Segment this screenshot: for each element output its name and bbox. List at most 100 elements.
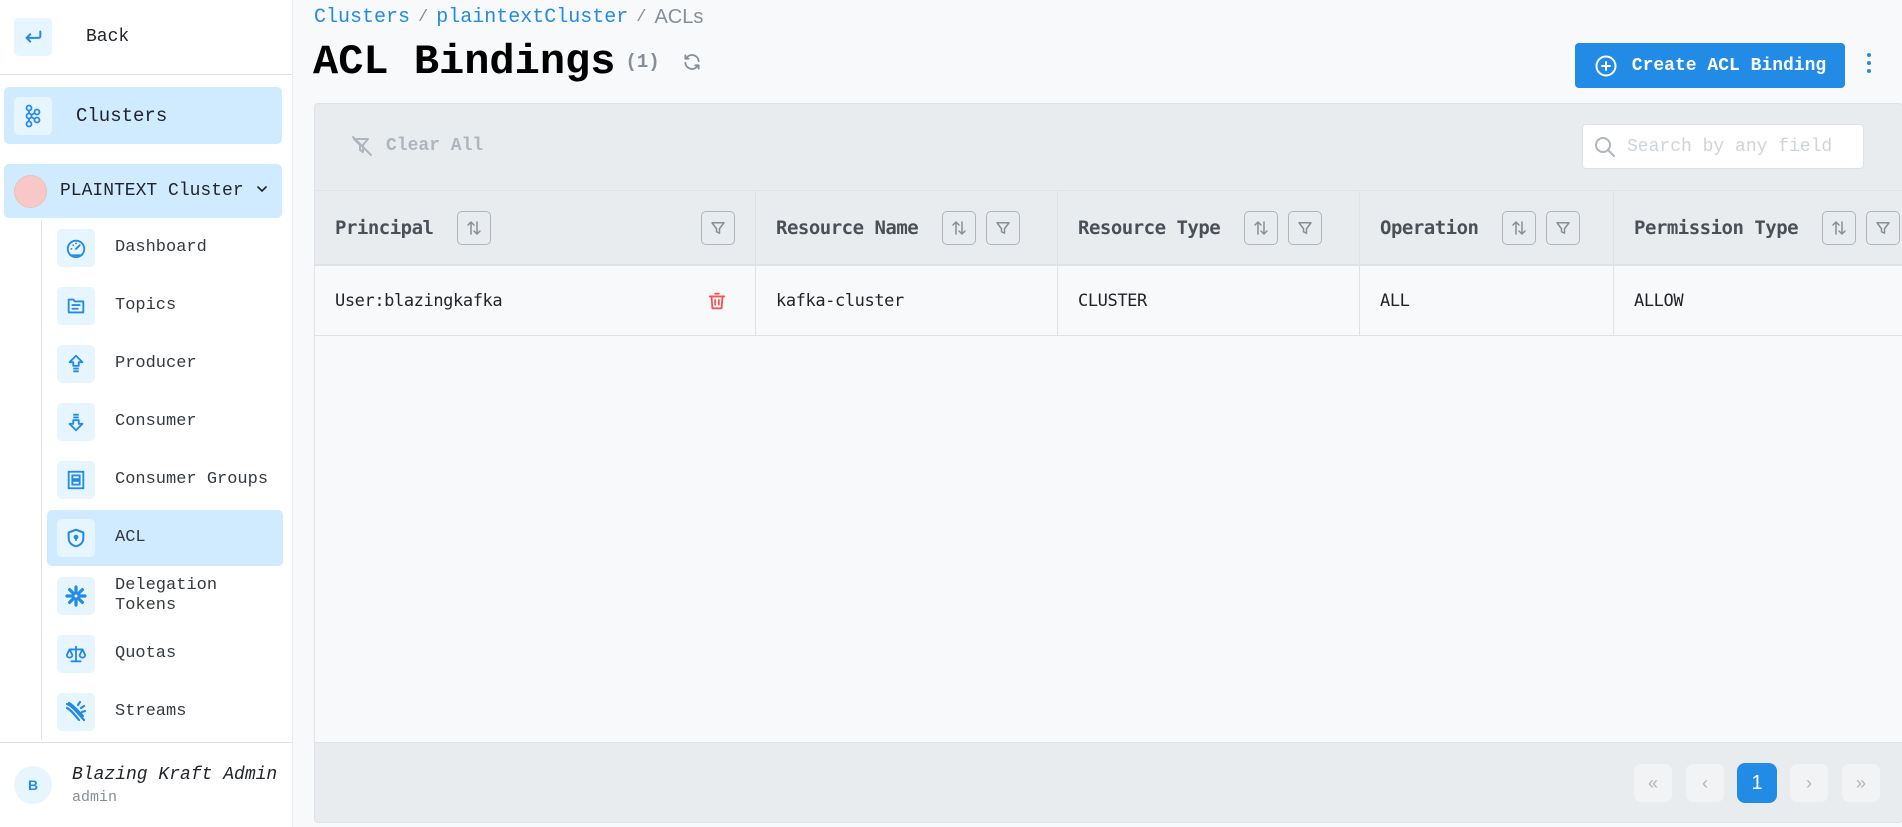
sidebar-item-topics[interactable]: Topics xyxy=(47,278,283,334)
prev-page-button[interactable]: ‹ xyxy=(1685,763,1725,803)
sidebar-item-label: Producer xyxy=(115,354,197,373)
streams-icon xyxy=(57,693,95,731)
cluster-subnav: Dashboard Topics Producer Consumer Consu… xyxy=(41,220,283,740)
filter-icon[interactable] xyxy=(1866,210,1901,245)
box-icon xyxy=(57,461,95,499)
create-acl-binding-button[interactable]: Create ACL Binding xyxy=(1575,43,1845,88)
principal-value: User:blazingkafka xyxy=(335,290,503,311)
cluster-selector[interactable]: PLAINTEXT Cluster xyxy=(4,164,282,218)
sort-icon[interactable] xyxy=(457,210,492,245)
table-header: Principal Resource Name Resource Type Op… xyxy=(315,191,1902,266)
filter-icon[interactable] xyxy=(986,210,1021,245)
cell-resource-name: kafka-cluster xyxy=(756,266,1058,335)
search-box xyxy=(1582,124,1864,169)
search-input[interactable] xyxy=(1627,136,1847,157)
shield-icon xyxy=(57,519,95,557)
sidebar-item-consumer-groups[interactable]: Consumer Groups xyxy=(47,452,283,508)
table-footer: « ‹ 1 › » xyxy=(315,742,1902,822)
more-options-icon[interactable] xyxy=(1867,53,1871,73)
filter-icon[interactable] xyxy=(701,210,735,245)
title-row: ACL Bindings (1) xyxy=(313,38,702,86)
arrow-up-icon xyxy=(57,345,95,383)
sidebar-item-clusters[interactable]: Clusters xyxy=(4,87,282,144)
chevron-down-icon xyxy=(254,181,270,202)
sidebar-item-producer[interactable]: Producer xyxy=(47,336,283,392)
column-label: Principal xyxy=(335,216,434,239)
sidebar-item-label: Consumer xyxy=(115,412,197,431)
scale-icon xyxy=(57,635,95,673)
column-label: Resource Type xyxy=(1078,216,1221,239)
cell-operation: ALL xyxy=(1360,266,1614,335)
folder-icon xyxy=(57,287,95,325)
plus-circle-icon xyxy=(1594,54,1618,78)
cluster-color-dot xyxy=(14,174,47,208)
sidebar-item-quotas[interactable]: Quotas xyxy=(47,626,283,682)
avatar: B xyxy=(14,766,52,804)
sidebar-item-label: ACL xyxy=(115,528,146,547)
back-button[interactable]: Back xyxy=(0,0,292,75)
sort-icon[interactable] xyxy=(1502,210,1537,245)
refresh-icon[interactable] xyxy=(682,52,702,72)
column-label: Permission Type xyxy=(1634,216,1799,239)
sidebar-item-streams[interactable]: Streams xyxy=(47,684,283,740)
breadcrumb-separator: / xyxy=(636,8,647,27)
breadcrumb: Clusters / plaintextCluster / ACLs xyxy=(314,6,703,29)
column-header-principal: Principal xyxy=(315,191,756,264)
filter-icon[interactable] xyxy=(1546,210,1581,245)
sidebar-item-acl[interactable]: ACL xyxy=(47,510,283,566)
column-header-resource-name: Resource Name xyxy=(756,191,1058,264)
cell-principal: User:blazingkafka xyxy=(315,266,756,335)
sidebar-item-consumer[interactable]: Consumer xyxy=(47,394,283,450)
first-page-button[interactable]: « xyxy=(1633,763,1673,803)
sidebar: Back Clusters PLAINTEXT Cluster Dashboar… xyxy=(0,0,293,827)
column-header-permission-type: Permission Type xyxy=(1614,191,1902,264)
column-label: Operation xyxy=(1380,216,1479,239)
back-label: Back xyxy=(86,27,130,47)
user-role: admin xyxy=(72,788,118,806)
page-button-current[interactable]: 1 xyxy=(1737,763,1777,803)
trash-icon[interactable] xyxy=(706,290,728,312)
acl-table: Principal Resource Name Resource Type Op… xyxy=(315,190,1902,742)
clear-all-button[interactable]: Clear All xyxy=(350,134,483,158)
sidebar-item-label: Consumer Groups xyxy=(115,470,269,489)
cell-permission-type: ALLOW xyxy=(1614,266,1902,335)
clear-all-label: Clear All xyxy=(386,136,484,156)
sidebar-item-label: Topics xyxy=(115,296,177,315)
search-icon xyxy=(1593,135,1617,159)
breadcrumb-current: ACLs xyxy=(654,6,704,28)
pagination: « ‹ 1 › » xyxy=(1633,763,1881,803)
next-page-button[interactable]: › xyxy=(1789,763,1829,803)
column-label: Resource Name xyxy=(776,216,919,239)
breadcrumb-cluster[interactable]: plaintextCluster xyxy=(436,6,628,29)
sidebar-item-label: Delegation Tokens xyxy=(115,576,218,615)
sidebar-item-dashboard[interactable]: Dashboard xyxy=(47,220,283,276)
breadcrumb-clusters[interactable]: Clusters xyxy=(314,6,410,29)
gauge-icon xyxy=(57,229,95,267)
sort-icon[interactable] xyxy=(1244,210,1279,245)
arrow-back-icon xyxy=(14,18,52,56)
sidebar-item-label: Dashboard xyxy=(115,238,207,257)
user-name: Blazing Kraft Admin xyxy=(72,764,278,785)
sidebar-item-delegation-tokens[interactable]: Delegation Tokens xyxy=(47,568,283,624)
page-title: ACL Bindings xyxy=(313,38,616,86)
breadcrumb-separator: / xyxy=(418,8,429,27)
column-header-resource-type: Resource Type xyxy=(1058,191,1360,264)
user-profile[interactable]: B Blazing Kraft Admin admin xyxy=(0,742,293,827)
clusters-label: Clusters xyxy=(76,104,168,127)
arrow-down-icon xyxy=(57,403,95,441)
last-page-button[interactable]: » xyxy=(1841,763,1881,803)
app: Back Clusters PLAINTEXT Cluster Dashboar… xyxy=(0,0,1902,827)
sidebar-item-label: Streams xyxy=(115,702,187,721)
main-content: Clusters / plaintextCluster / ACLs ACL B… xyxy=(293,0,1902,827)
column-header-operation: Operation xyxy=(1360,191,1614,264)
sort-icon[interactable] xyxy=(1822,210,1857,245)
count-badge: (1) xyxy=(625,51,660,73)
table-toolbar: Clear All xyxy=(315,104,1902,190)
filter-icon[interactable] xyxy=(1288,210,1323,245)
table-row: User:blazingkafka kafka-cluster CLUSTER … xyxy=(315,266,1902,336)
sort-icon[interactable] xyxy=(942,210,977,245)
kafka-icon xyxy=(14,96,52,135)
cell-resource-type: CLUSTER xyxy=(1058,266,1360,335)
cluster-name: PLAINTEXT Cluster xyxy=(60,181,244,201)
create-label: Create ACL Binding xyxy=(1631,55,1827,76)
